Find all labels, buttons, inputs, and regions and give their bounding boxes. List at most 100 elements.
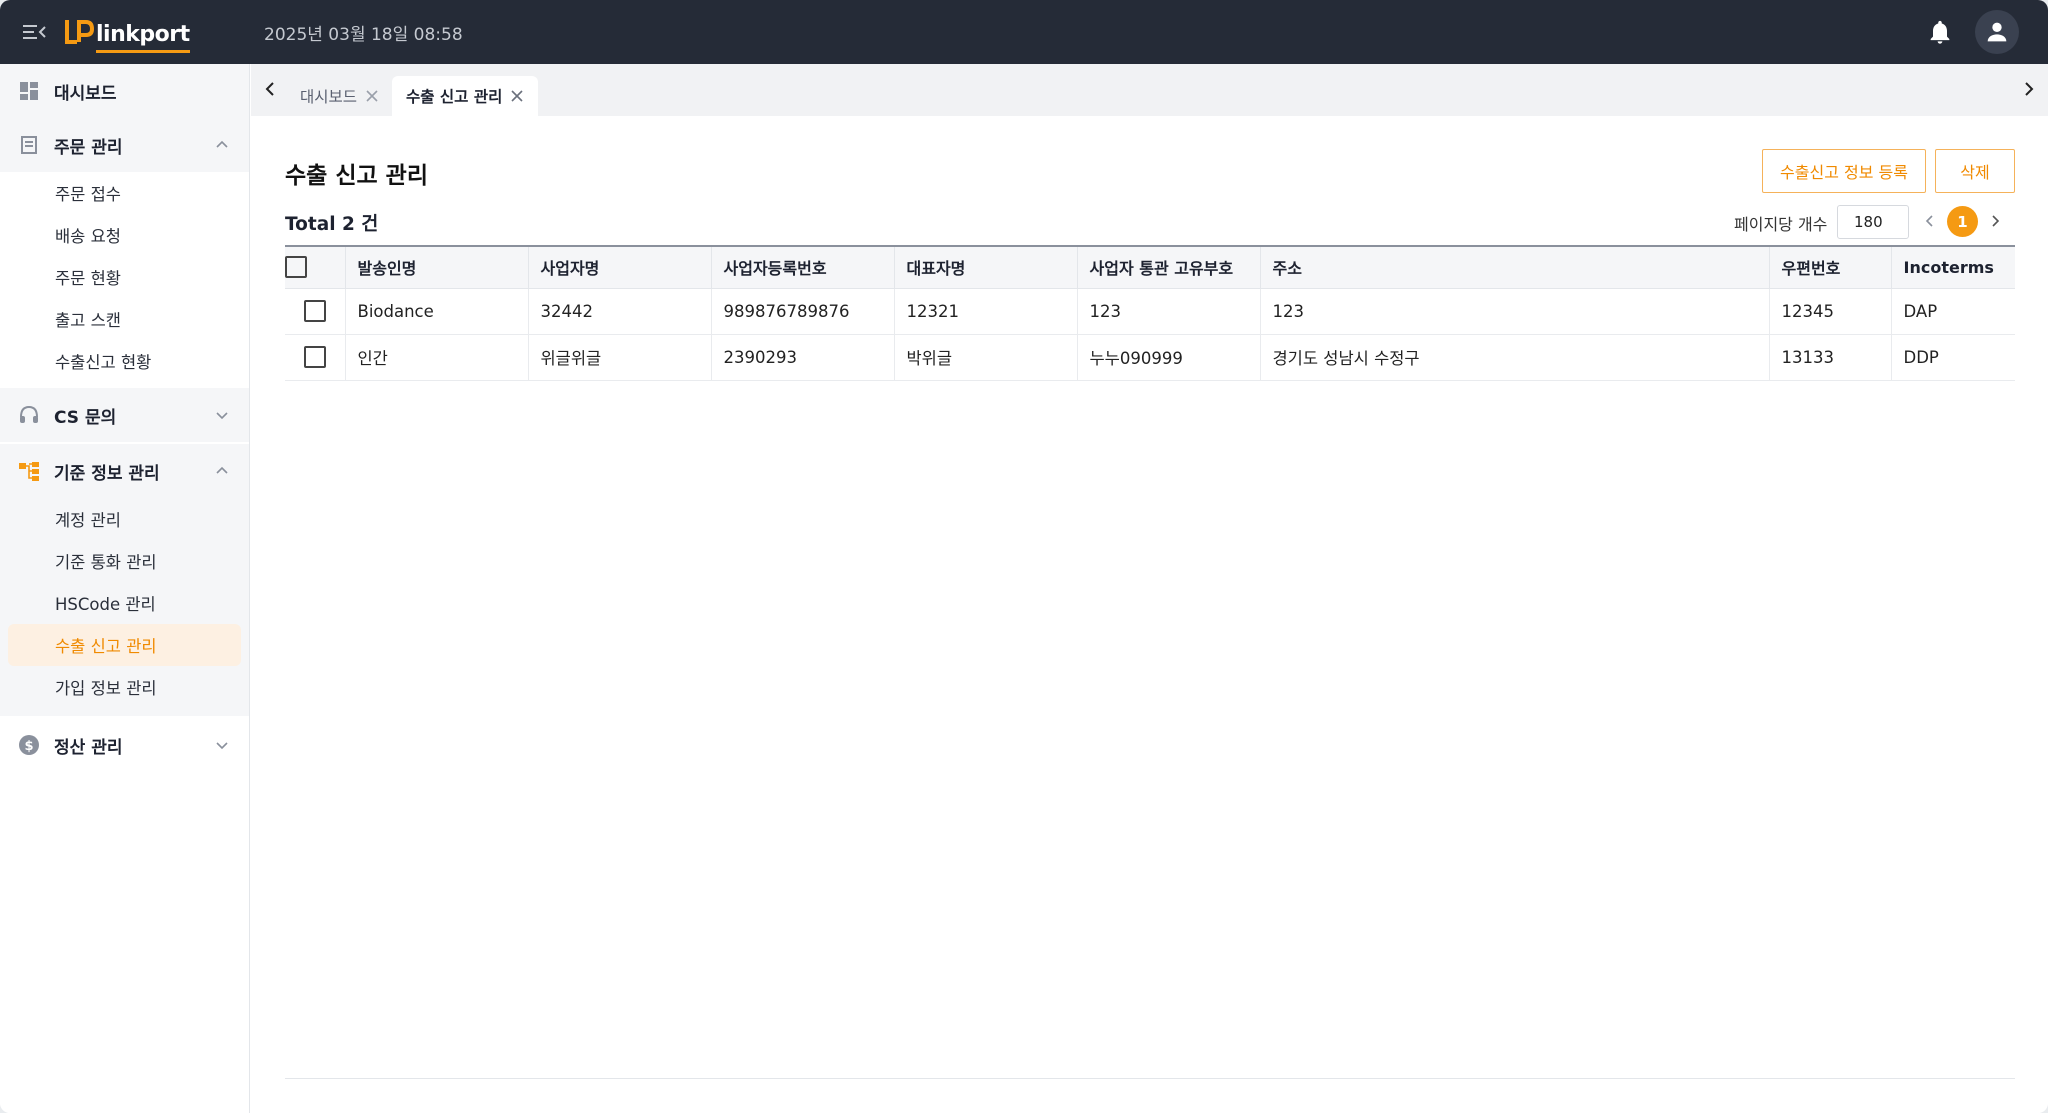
sidebar-item-delivery-request[interactable]: 배송 요청 (0, 214, 249, 256)
dashboard-icon (18, 80, 40, 102)
brand-name: linkport (96, 23, 190, 53)
table-cell: 누누090999 (1077, 334, 1261, 381)
tab-dashboard[interactable]: 대시보드 (286, 76, 393, 116)
logo-mark-icon (65, 20, 94, 44)
chevron-left-icon[interactable] (1921, 212, 1939, 230)
sidebar-label: CS 문의 (54, 407, 117, 428)
sidebar-item-orders[interactable]: 주문 관리 (0, 118, 249, 172)
sidebar-submenu-master: 계정 관리 기준 통화 관리 HSCode 관리 수출 신고 관리 가입 정보 … (0, 498, 249, 716)
table-cell: 13133 (1769, 334, 1892, 381)
chevron-right-icon[interactable] (1986, 212, 2004, 230)
sidebar-item-export-declaration-status[interactable]: 수출신고 현황 (0, 340, 249, 382)
divider (285, 1078, 2015, 1079)
table-cell: 123 (1077, 288, 1261, 335)
sidebar-item-cs[interactable]: CS 문의 (0, 388, 249, 442)
user-avatar[interactable] (1975, 10, 2019, 54)
export-declaration-table: 발송인명 사업자명 사업자등록번호 대표자명 사업자 통관 고유부호 주소 우편… (285, 245, 2015, 381)
table-cell: 123 (1260, 288, 1770, 335)
sidebar-label: 기준 정보 관리 (54, 463, 160, 484)
dollar-icon: $ (18, 734, 40, 756)
select-all-checkbox[interactable] (285, 256, 307, 279)
svg-text:$: $ (24, 739, 33, 754)
row-select-cell (285, 288, 346, 335)
column-header[interactable]: 사업자 통관 고유부호 (1077, 246, 1261, 289)
sidebar-section-dashboard: 대시보드 (0, 64, 249, 118)
document-icon (18, 134, 40, 156)
sidebar-section-master: 기준 정보 관리 (0, 444, 249, 498)
chevron-right-icon[interactable] (2018, 78, 2040, 100)
sidebar-label: 주문 관리 (54, 137, 123, 158)
brand-logo[interactable]: linkport (64, 13, 190, 53)
table-cell: 32442 (528, 288, 712, 335)
sidebar-label: 정산 관리 (54, 737, 123, 758)
per-page-input[interactable] (1837, 205, 1909, 239)
table-cell: 989876789876 (711, 288, 895, 335)
sidebar-item-settlement[interactable]: $ 정산 관리 (0, 718, 249, 772)
current-datetime: 2025년 03월 18일 08:58 (264, 25, 463, 45)
sidebar-label: 대시보드 (54, 83, 117, 104)
page-number-current[interactable]: 1 (1947, 206, 1978, 237)
sidebar-item-dashboard[interactable]: 대시보드 (0, 64, 249, 118)
row-select-cell (285, 334, 346, 381)
table-cell: 12345 (1769, 288, 1892, 335)
sidebar-item-export-declaration[interactable]: 수출 신고 관리 (8, 624, 241, 666)
app-window: linkport 2025년 03월 18일 08:58 대시보드 주문 관리 … (0, 0, 2048, 1113)
table-cell: 경기도 성남시 수정구 (1260, 334, 1770, 381)
total-count: Total 2 건 (285, 214, 379, 235)
chevron-up-icon[interactable] (213, 136, 231, 154)
headset-icon (18, 404, 40, 426)
chevron-up-icon[interactable] (213, 462, 231, 480)
table-header-row: 발송인명 사업자명 사업자등록번호 대표자명 사업자 통관 고유부호 주소 우편… (285, 246, 2015, 289)
select-all-cell (285, 246, 346, 289)
sidebar-section-settlement: $ 정산 관리 (0, 718, 249, 772)
sidebar-item-account[interactable]: 계정 관리 (0, 498, 249, 540)
row-checkbox[interactable] (303, 300, 326, 322)
chevron-left-icon[interactable] (259, 78, 281, 100)
table-cell: 인간 (345, 334, 529, 381)
bell-icon[interactable] (1926, 18, 1954, 46)
delete-button[interactable]: 삭제 (1935, 149, 2015, 193)
chevron-down-icon[interactable] (213, 736, 231, 754)
sidebar-section-cs: CS 문의 (0, 388, 249, 442)
sidebar: 대시보드 주문 관리 주문 접수 배송 요청 주문 현황 출고 스캔 수출신고 … (0, 64, 250, 1113)
table-cell: 박위글 (894, 334, 1078, 381)
sidebar-item-order-receipt[interactable]: 주문 접수 (0, 172, 249, 214)
table-cell: 위글위글 (528, 334, 712, 381)
column-header[interactable]: 사업자명 (528, 246, 712, 289)
sidebar-item-master[interactable]: 기준 정보 관리 (0, 444, 249, 498)
tab-label: 대시보드 (300, 88, 358, 106)
top-bar: linkport 2025년 03월 18일 08:58 (0, 0, 2048, 64)
sidebar-section-orders: 주문 관리 (0, 118, 249, 172)
close-icon[interactable] (365, 89, 379, 103)
person-icon (1987, 22, 2007, 42)
per-page-label: 페이지당 개수 (1734, 215, 1828, 234)
column-header[interactable]: 대표자명 (894, 246, 1078, 289)
main-content: 수출 신고 관리 수출신고 정보 등록 삭제 Total 2 건 페이지당 개수… (251, 116, 2048, 1113)
register-export-info-button[interactable]: 수출신고 정보 등록 (1762, 149, 1926, 193)
column-header[interactable]: 발송인명 (345, 246, 529, 289)
close-icon[interactable] (510, 89, 524, 103)
column-header[interactable]: 사업자등록번호 (711, 246, 895, 289)
sidebar-item-signup-info[interactable]: 가입 정보 관리 (0, 666, 249, 708)
column-header[interactable]: Incoterms (1891, 246, 2015, 289)
sidebar-item-outbound-scan[interactable]: 출고 스캔 (0, 298, 249, 340)
tab-strip: 대시보드 수출 신고 관리 (251, 64, 2048, 116)
chevron-down-icon[interactable] (213, 406, 231, 424)
hierarchy-icon (18, 460, 40, 482)
table-row[interactable]: 인간 위글위글 2390293 박위글 누누090999 경기도 성남시 수정구… (285, 334, 2015, 381)
column-header[interactable]: 주소 (1260, 246, 1770, 289)
table-cell: DDP (1891, 334, 2015, 381)
row-checkbox[interactable] (303, 346, 326, 368)
column-header[interactable]: 우편번호 (1769, 246, 1892, 289)
table-row[interactable]: Biodance 32442 989876789876 12321 123 12… (285, 288, 2015, 335)
sidebar-item-base-currency[interactable]: 기준 통화 관리 (0, 540, 249, 582)
table-cell: 2390293 (711, 334, 895, 381)
sidebar-item-hscode[interactable]: HSCode 관리 (0, 582, 249, 624)
sidebar-item-order-status[interactable]: 주문 현황 (0, 256, 249, 298)
page-title: 수출 신고 관리 (285, 163, 428, 189)
table-cell: Biodance (345, 288, 529, 335)
table-cell: 12321 (894, 288, 1078, 335)
tab-label: 수출 신고 관리 (406, 88, 503, 106)
menu-collapse-icon[interactable] (20, 18, 48, 46)
tab-export-declaration[interactable]: 수출 신고 관리 (392, 76, 539, 116)
